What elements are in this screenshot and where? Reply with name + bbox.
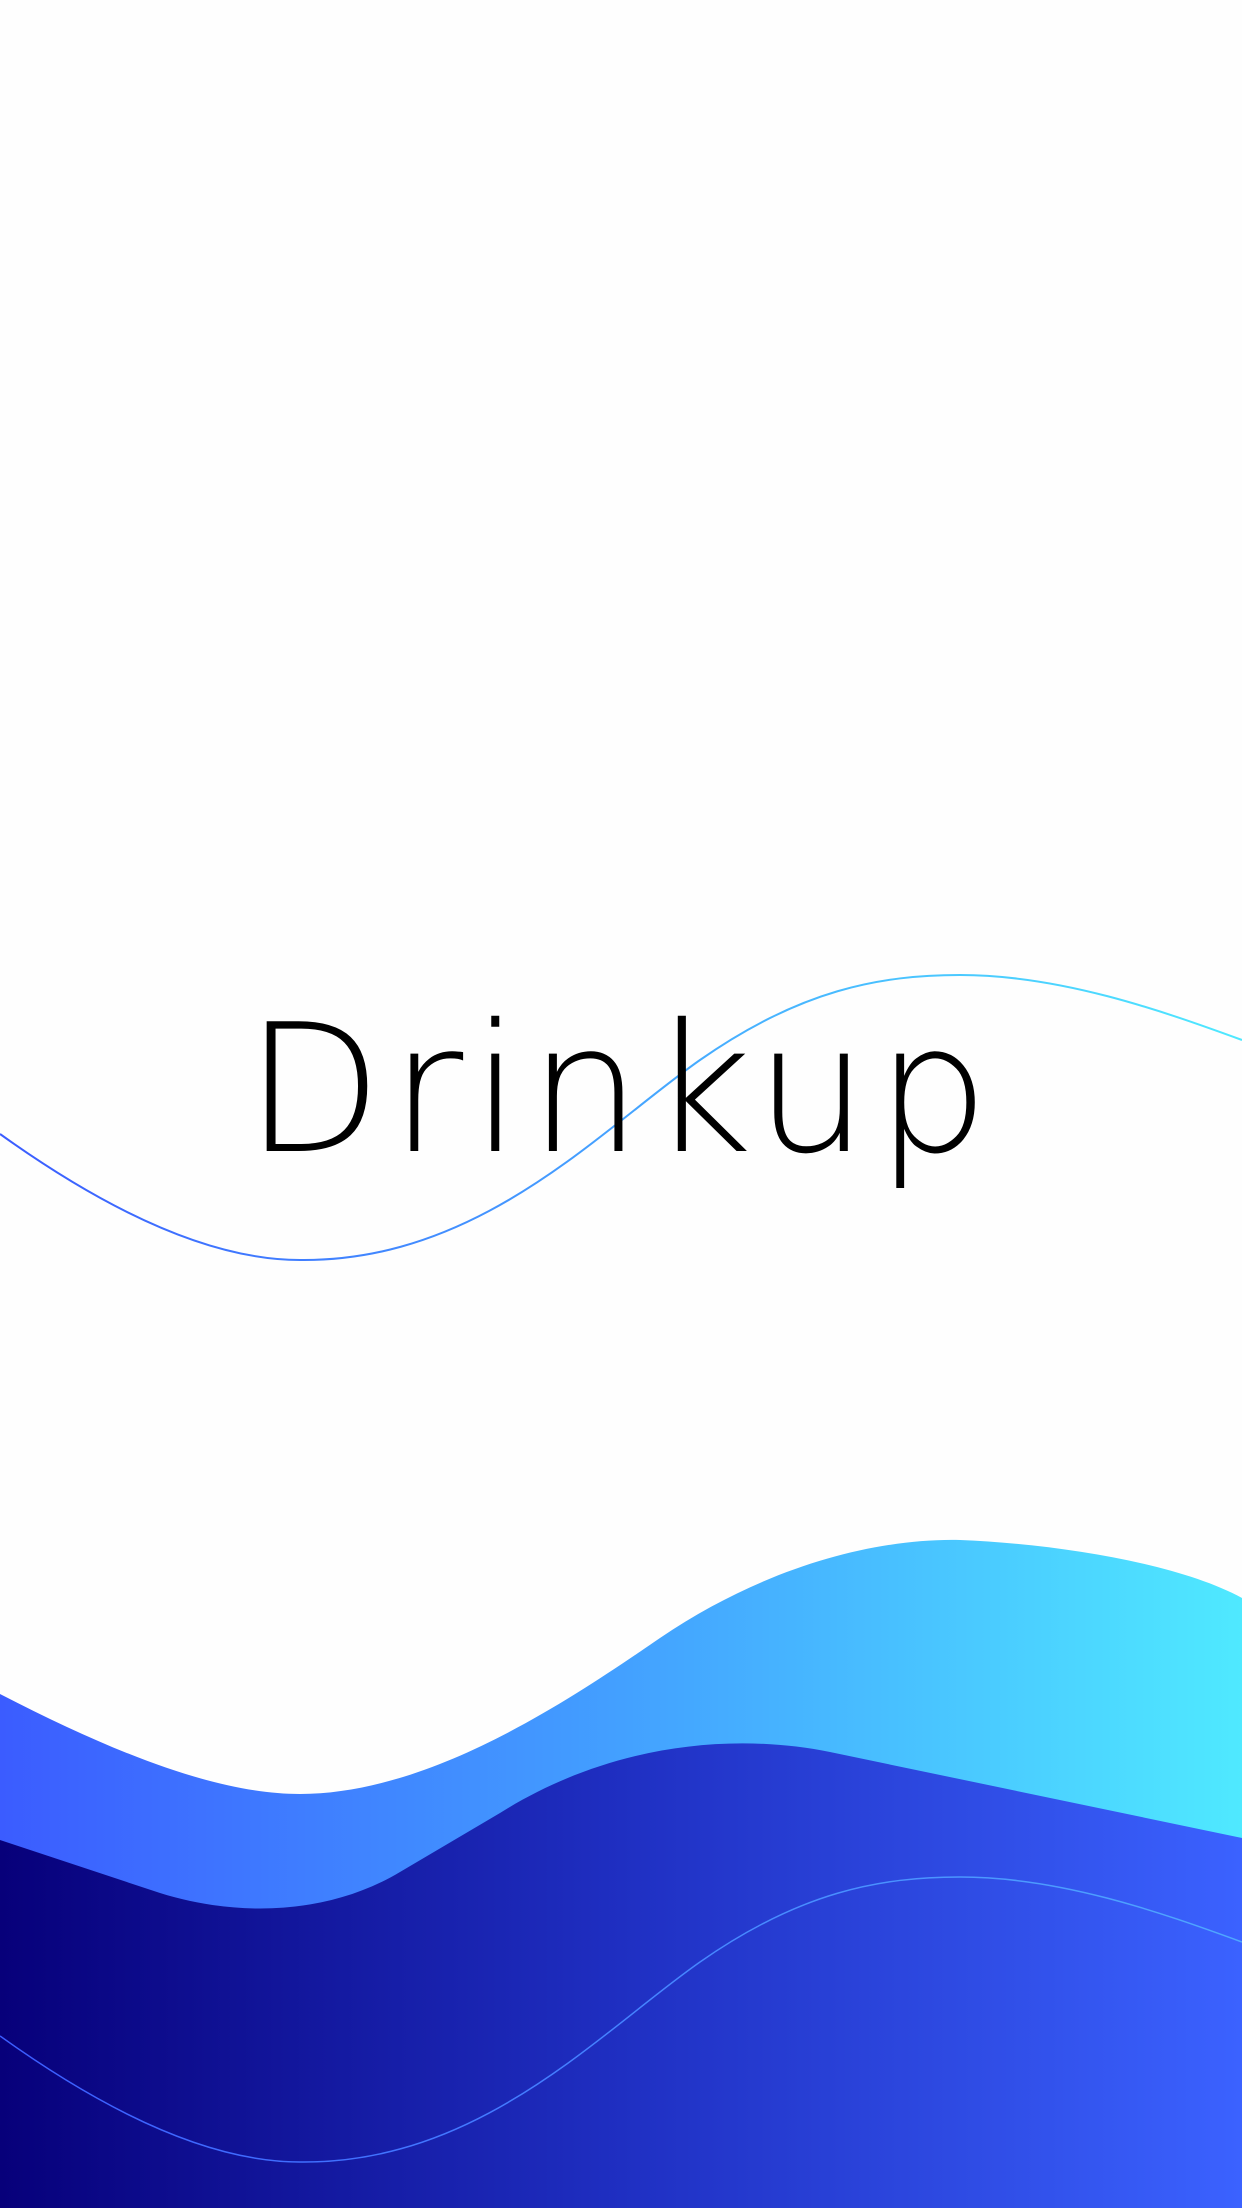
app-title: Drinkup bbox=[245, 986, 997, 1193]
splash-screen: Drinkup bbox=[0, 0, 1242, 2208]
